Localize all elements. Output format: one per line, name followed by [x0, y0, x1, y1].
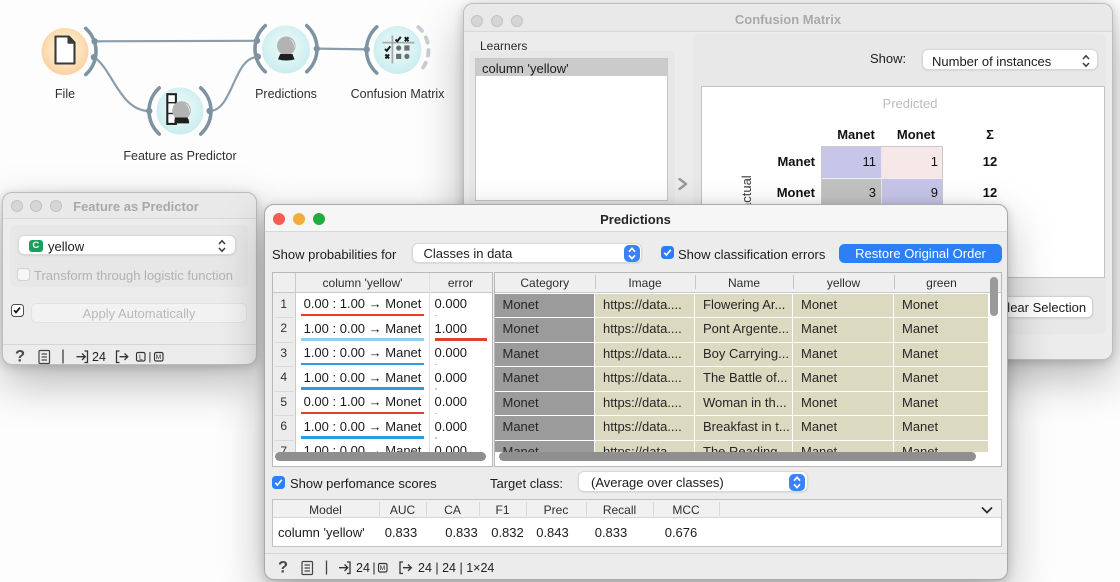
svg-text:24: 24 — [92, 350, 106, 364]
svg-text:24 |: 24 | — [356, 561, 376, 575]
svg-text:L: L — [139, 355, 143, 362]
svg-text:24 | 24 | 1×24: 24 | 24 | 1×24 — [418, 561, 494, 575]
svg-text:M: M — [156, 354, 161, 361]
svg-text:M: M — [379, 565, 384, 572]
svg-text:?: ? — [15, 348, 25, 365]
svg-text:?: ? — [278, 559, 288, 576]
svg-text:|: | — [149, 351, 152, 363]
